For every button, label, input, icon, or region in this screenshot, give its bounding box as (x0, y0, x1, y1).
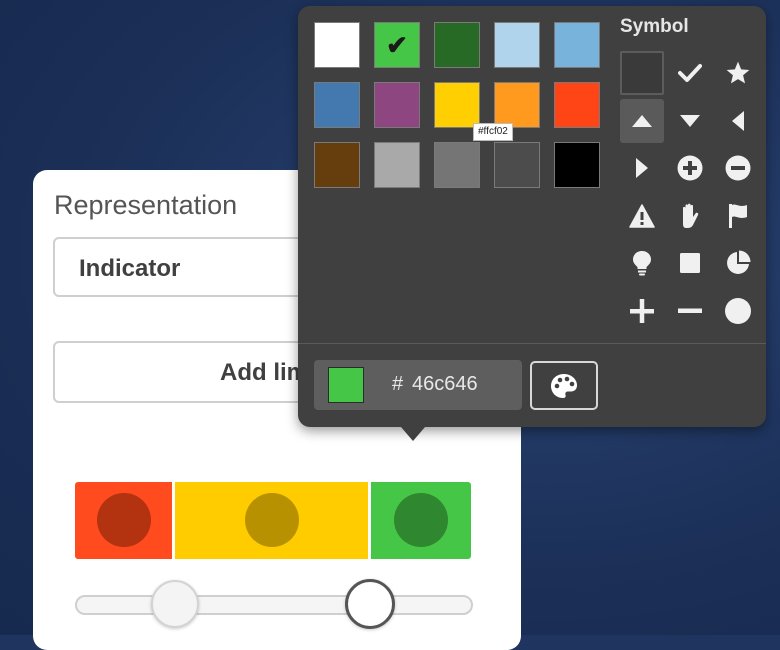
minus-icon[interactable] (668, 289, 712, 333)
limit-slider-thumb-low[interactable] (151, 580, 199, 628)
color-swatch[interactable] (314, 142, 360, 188)
minus-circle-icon[interactable] (716, 146, 760, 190)
limit-slider-thumb-high[interactable] (345, 579, 395, 629)
plus-icon[interactable] (620, 289, 664, 333)
color-swatch[interactable] (434, 82, 480, 128)
hex-hash: # (392, 373, 404, 395)
color-swatch[interactable] (554, 82, 600, 128)
color-swatch[interactable]: ✔ (374, 22, 420, 68)
hex-color-input[interactable]: # 46c646 (314, 360, 522, 410)
color-range-bar (75, 482, 471, 559)
popover-pointer (401, 427, 425, 441)
popover-divider (298, 343, 766, 344)
swatch-hover-tooltip: #ffcf02 (473, 123, 513, 141)
palette-icon (551, 373, 577, 398)
warning-icon[interactable] (620, 194, 664, 238)
custom-color-palette-button[interactable] (530, 361, 598, 410)
selected-check-icon: ✔ (386, 29, 408, 60)
segment-symbol-dot[interactable] (97, 493, 151, 547)
hex-value[interactable]: 46c646 (412, 373, 478, 396)
color-swatch[interactable] (554, 22, 600, 68)
triangle-right-icon[interactable] (620, 146, 664, 190)
color-swatch[interactable] (494, 142, 540, 188)
star-icon[interactable] (716, 51, 760, 95)
symbol-title: Symbol (620, 16, 689, 37)
color-swatch[interactable] (374, 82, 420, 128)
limit-slider-track[interactable] (75, 595, 473, 615)
segment-symbol-dot[interactable] (394, 493, 448, 547)
color-swatch[interactable] (314, 22, 360, 68)
segment-symbol-dot[interactable] (245, 493, 299, 547)
lightbulb-icon[interactable] (620, 241, 664, 285)
circle-icon[interactable] (716, 289, 760, 333)
color-swatch[interactable] (374, 142, 420, 188)
check-icon[interactable] (668, 51, 712, 95)
representation-label: Representation (54, 190, 238, 220)
hex-color-preview (328, 367, 364, 403)
hand-icon[interactable] (668, 194, 712, 238)
color-symbol-popover: ✔ #ffcf02 Symbol # 46c646 (298, 6, 766, 441)
triangle-down-icon[interactable] (668, 99, 712, 143)
color-swatch[interactable] (434, 22, 480, 68)
color-swatch[interactable] (494, 22, 540, 68)
range-segment-green[interactable] (371, 482, 471, 559)
color-swatch[interactable] (434, 142, 480, 188)
square-icon[interactable] (668, 241, 712, 285)
plus-circle-icon[interactable] (668, 146, 712, 190)
color-swatch[interactable] (494, 82, 540, 128)
triangle-left-icon[interactable] (716, 99, 760, 143)
range-segment-yellow[interactable] (175, 482, 368, 559)
flag-icon[interactable] (716, 194, 760, 238)
color-swatch[interactable] (314, 82, 360, 128)
color-swatch[interactable] (554, 142, 600, 188)
pie-icon[interactable] (716, 241, 760, 285)
range-segment-red[interactable] (75, 482, 172, 559)
triangle-up-icon[interactable] (620, 98, 664, 143)
no-symbol-option[interactable] (620, 51, 664, 95)
representation-dropdown-value: Indicator (79, 255, 181, 282)
